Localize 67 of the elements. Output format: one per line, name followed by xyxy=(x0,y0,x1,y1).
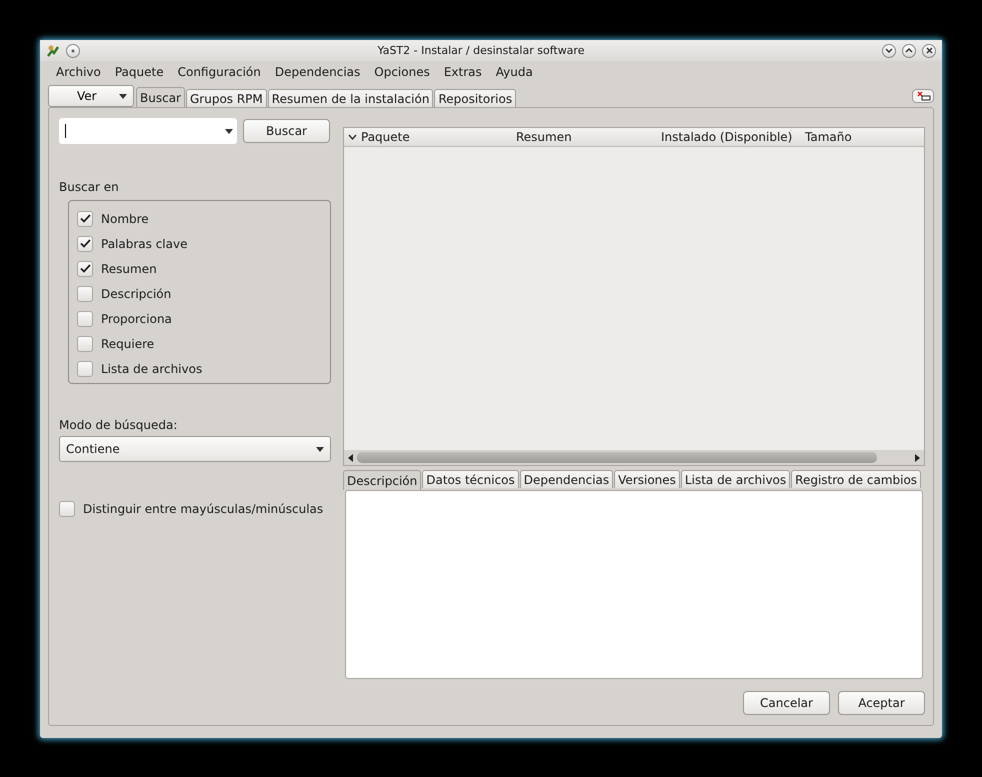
column-header[interactable]: Paquete xyxy=(344,128,512,146)
checkmark-icon xyxy=(80,264,90,273)
menu-item[interactable]: Archivo xyxy=(49,65,108,79)
group-label: Buscar en xyxy=(59,180,120,194)
view-dropdown[interactable]: Ver xyxy=(48,85,134,107)
search-field[interactable] xyxy=(59,118,237,144)
tab[interactable]: Buscar xyxy=(136,87,185,107)
checkbox-label[interactable]: Palabras clave xyxy=(101,236,188,250)
field-label: Modo de búsqueda: xyxy=(59,418,178,432)
menu-item[interactable]: Dependencias xyxy=(268,65,368,79)
checkmark-icon xyxy=(80,214,90,223)
menu-item[interactable]: Ayuda xyxy=(488,65,540,79)
maximize-button[interactable] xyxy=(902,44,916,58)
chevron-up-icon xyxy=(905,48,913,53)
clear-icon[interactable] xyxy=(912,89,934,103)
tab[interactable]: Grupos RPM xyxy=(186,89,267,107)
caret-icon xyxy=(119,94,127,98)
menu-button[interactable] xyxy=(66,44,80,58)
tab[interactable]: Dependencias xyxy=(520,470,614,488)
checkmark-icon xyxy=(80,239,90,248)
tab[interactable]: Resumen de la instalación xyxy=(268,89,434,107)
column-header[interactable]: Tamaño xyxy=(801,128,921,146)
menu-item[interactable]: Configuración xyxy=(170,65,268,79)
checkbox-label[interactable]: Distinguir entre mayúsculas/minúsculas xyxy=(83,502,324,516)
left-arrow-icon xyxy=(348,454,353,462)
tab[interactable]: Descripción xyxy=(343,470,422,490)
search-button[interactable]: Buscar xyxy=(243,119,330,143)
checkbox-label[interactable]: Descripción xyxy=(101,286,172,300)
checkbox[interactable] xyxy=(77,260,93,276)
tab[interactable]: Datos técnicos xyxy=(422,470,519,488)
chevron-down-icon xyxy=(885,48,893,53)
dialog-button[interactable]: Aceptar xyxy=(838,691,925,715)
dialog-button[interactable]: Cancelar xyxy=(743,691,830,715)
close-icon xyxy=(926,47,932,54)
tab[interactable]: Repositorios xyxy=(434,89,516,107)
tab[interactable]: Registro de cambios xyxy=(791,470,922,488)
checkbox[interactable] xyxy=(77,210,93,226)
tab[interactable]: Lista de archivos xyxy=(680,470,790,488)
text-cursor-icon xyxy=(65,124,66,138)
search-mode-dropdown[interactable]: Contiene xyxy=(59,436,331,462)
close-button[interactable] xyxy=(922,44,936,58)
caret-icon xyxy=(316,446,324,452)
minimize-button[interactable] xyxy=(882,44,896,58)
sort-chevron-icon xyxy=(348,134,357,140)
checkbox[interactable] xyxy=(77,286,93,302)
checkbox[interactable] xyxy=(59,500,75,516)
menu-item[interactable]: Opciones xyxy=(367,65,437,79)
menu-item[interactable]: Extras xyxy=(436,65,489,79)
right-arrow-icon xyxy=(915,454,920,462)
window-title: YaST2 - Instalar / desinstalar software xyxy=(376,44,586,57)
dot-icon xyxy=(71,48,75,52)
column-header[interactable]: Resumen xyxy=(512,128,657,146)
checkbox-label[interactable]: Requiere xyxy=(101,336,154,350)
horizontal-scrollbar[interactable] xyxy=(344,450,924,466)
checkbox[interactable] xyxy=(77,236,93,252)
tab[interactable]: Versiones xyxy=(614,470,680,488)
checkbox[interactable] xyxy=(77,336,93,352)
checkbox-label[interactable]: Resumen xyxy=(101,262,157,276)
caret-icon xyxy=(225,128,233,134)
checkbox-label[interactable]: Lista de archivos xyxy=(101,362,202,376)
checkbox-label[interactable]: Proporciona xyxy=(101,312,172,326)
column-header[interactable]: Instalado (Disponible) xyxy=(657,128,801,146)
checkbox[interactable] xyxy=(77,310,93,326)
checkbox-label[interactable]: Nombre xyxy=(101,212,149,226)
menu-item[interactable]: Paquete xyxy=(108,65,171,79)
app-icon xyxy=(46,44,60,58)
checkbox[interactable] xyxy=(77,360,93,376)
